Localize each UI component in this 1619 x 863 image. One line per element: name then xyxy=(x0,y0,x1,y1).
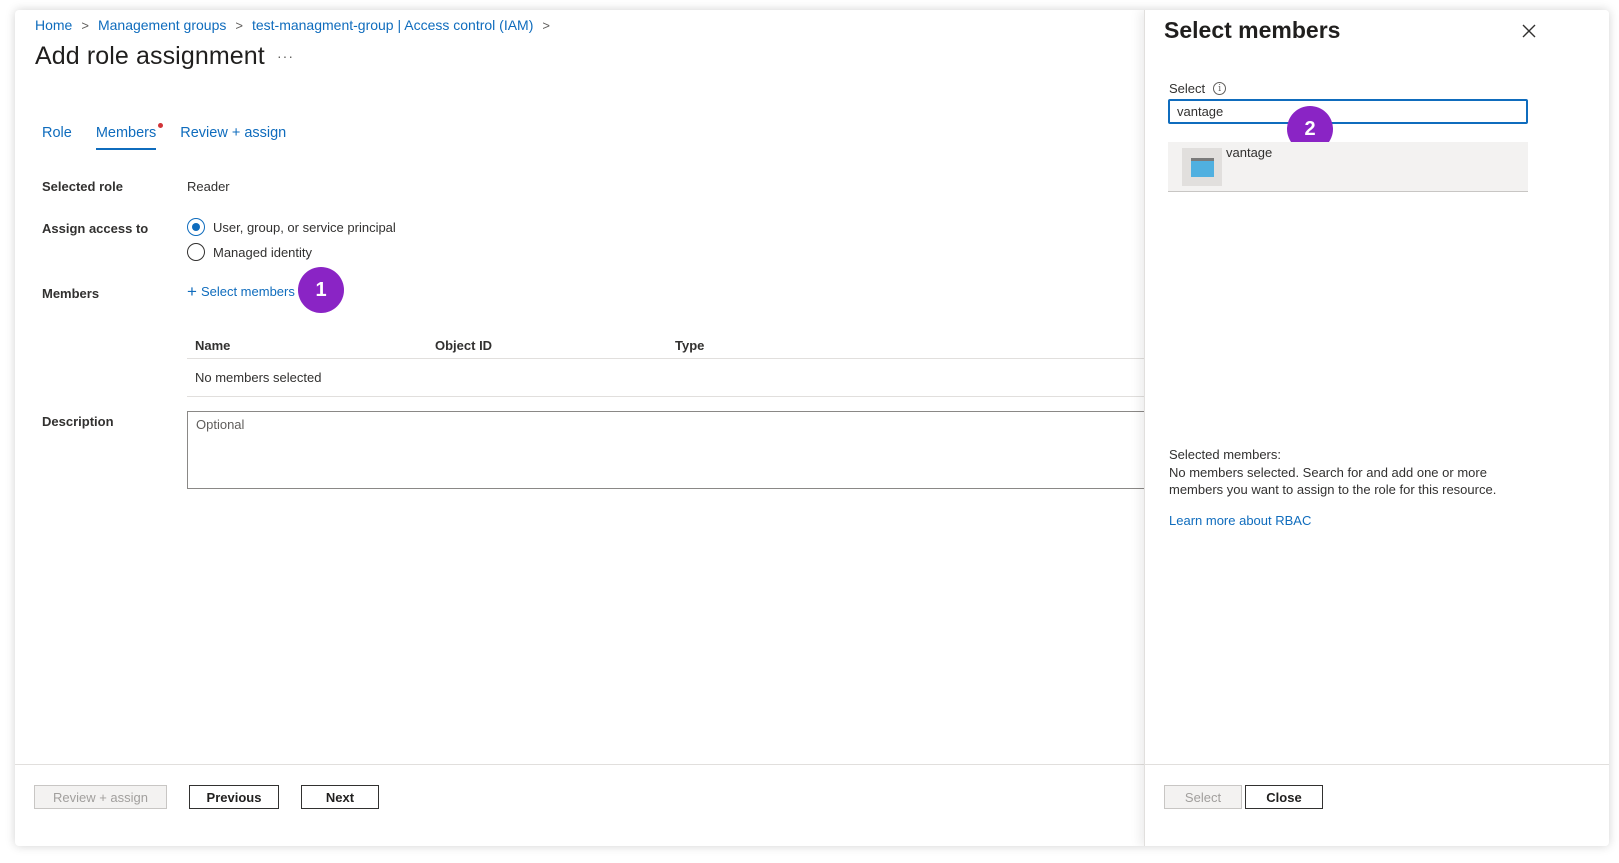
tab-members[interactable]: Members xyxy=(95,123,164,150)
column-header-object-id: Object ID xyxy=(435,337,493,353)
more-options-icon[interactable]: ··· xyxy=(277,48,294,64)
breadcrumb-home[interactable]: Home xyxy=(35,17,72,33)
select-members-panel: Select members Select i 2 vantage Select… xyxy=(1144,10,1609,846)
radio-checked-icon[interactable] xyxy=(187,218,205,236)
review-assign-button[interactable]: Review + assign xyxy=(34,785,167,809)
selected-role-label: Selected role xyxy=(42,179,123,194)
description-label: Description xyxy=(42,414,114,429)
breadcrumb-management-groups[interactable]: Management groups xyxy=(98,17,226,33)
column-header-type: Type xyxy=(675,337,705,353)
tab-members-label: Members xyxy=(95,125,157,141)
radio-option-label: Managed identity xyxy=(213,244,313,260)
info-icon[interactable]: i xyxy=(1213,82,1227,95)
column-header-name: Name xyxy=(195,337,231,353)
select-field-label: Select i xyxy=(1169,81,1227,96)
close-icon[interactable] xyxy=(1519,21,1539,41)
table-header: Name Object ID Type xyxy=(187,332,1147,359)
step-1-badge: 1 xyxy=(298,267,344,313)
description-textarea[interactable]: Optional xyxy=(187,411,1147,489)
learn-more-rbac-link[interactable]: Learn more about RBAC xyxy=(1169,513,1311,528)
radio-unchecked-icon[interactable] xyxy=(187,243,205,261)
footer-divider xyxy=(15,764,1145,765)
panel-title: Select members xyxy=(1164,17,1341,43)
radio-user-group-service-principal[interactable]: User, group, or service principal xyxy=(187,218,396,236)
breadcrumb-access-control[interactable]: test-managment-group | Access control (I… xyxy=(252,17,533,33)
select-label-text: Select xyxy=(1169,81,1206,96)
search-result-name: vantage xyxy=(1226,145,1273,160)
tab-role[interactable]: Role xyxy=(42,125,72,150)
next-button[interactable]: Next xyxy=(301,785,379,809)
members-table: Name Object ID Type No members selected xyxy=(187,332,1147,397)
required-dot-icon xyxy=(158,123,164,128)
radio-managed-identity[interactable]: Managed identity xyxy=(187,243,312,261)
selected-members-description: No members selected. Search for and add … xyxy=(1169,465,1497,497)
selected-members-title: Selected members: xyxy=(1169,447,1281,462)
previous-button[interactable]: Previous xyxy=(189,785,279,809)
assign-access-label: Assign access to xyxy=(42,221,149,236)
select-button[interactable]: Select xyxy=(1164,785,1242,809)
plus-icon: + xyxy=(187,282,197,301)
selected-role-value: Reader xyxy=(187,179,230,194)
breadcrumb: Home > Management groups > test-managmen… xyxy=(35,17,559,33)
select-members-link[interactable]: + Select members xyxy=(187,283,295,300)
blade-frame: Home > Management groups > test-managmen… xyxy=(15,10,1609,846)
panel-footer-divider xyxy=(1145,764,1609,765)
close-button[interactable]: Close xyxy=(1245,785,1323,809)
select-members-label: Select members xyxy=(200,284,295,299)
breadcrumb-separator-icon: > xyxy=(81,17,89,33)
table-empty-row: No members selected xyxy=(187,359,1147,397)
member-search-input[interactable] xyxy=(1168,99,1528,124)
page-title: Add role assignment xyxy=(35,42,265,70)
app-registration-icon xyxy=(1182,148,1222,186)
breadcrumb-separator-icon: > xyxy=(235,17,243,33)
breadcrumb-separator-icon: > xyxy=(542,17,550,33)
search-result-item[interactable]: vantage xyxy=(1168,142,1528,192)
radio-option-label: User, group, or service principal xyxy=(213,219,396,235)
members-label: Members xyxy=(42,286,100,301)
tab-review-assign[interactable]: Review + assign xyxy=(180,125,286,150)
tab-bar: Role Members Review + assign xyxy=(42,123,310,150)
